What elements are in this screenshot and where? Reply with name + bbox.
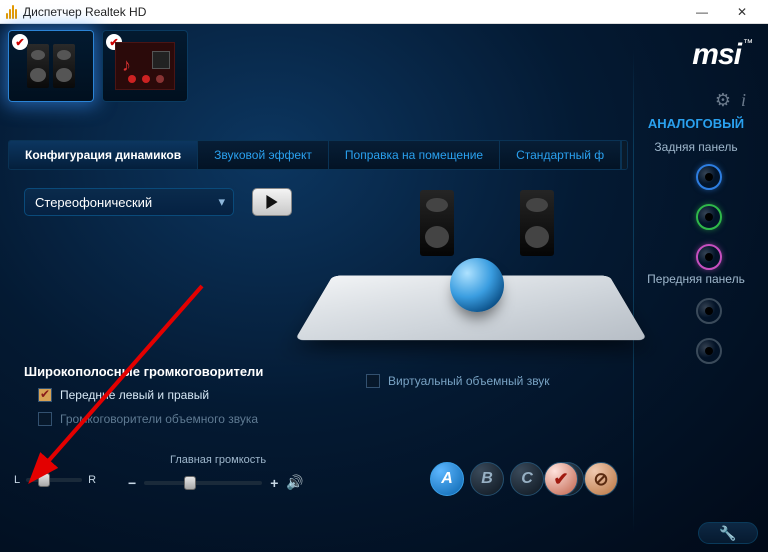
minimize-button[interactable]: — bbox=[682, 0, 722, 24]
main-volume-label: Главная громкость bbox=[170, 454, 266, 466]
stage-speaker-left[interactable] bbox=[420, 190, 454, 256]
close-button[interactable]: ✕ bbox=[722, 0, 762, 24]
window-titlebar: Диспетчер Realtek HD — ✕ bbox=[0, 0, 768, 24]
back-panel-label: Задняя панель bbox=[636, 140, 756, 154]
tab-speaker-config[interactable]: Конфигурация динамиков bbox=[9, 141, 198, 169]
front-lr-checkbox[interactable] bbox=[38, 388, 52, 402]
balance-slider[interactable]: L R bbox=[14, 474, 96, 486]
dropdown-value: Стереофонический bbox=[35, 195, 152, 210]
front-lr-label: Передние левый и правый bbox=[60, 388, 209, 402]
device-thumb-motherboard[interactable]: ✔ bbox=[102, 30, 188, 102]
volume-thumb[interactable] bbox=[184, 476, 196, 490]
app-icon bbox=[6, 5, 17, 19]
jack-mic[interactable] bbox=[696, 244, 722, 270]
volume-minus[interactable]: − bbox=[128, 475, 136, 491]
preset-c-button[interactable]: C bbox=[510, 462, 544, 496]
surround-checkbox bbox=[38, 412, 52, 426]
cancel-button[interactable]: ⊘ bbox=[584, 462, 618, 496]
analog-heading: АНАЛОГОВЫЙ bbox=[636, 116, 756, 131]
panel-divider bbox=[633, 50, 634, 532]
tab-sound-effect[interactable]: Звуковой эффект bbox=[198, 141, 329, 169]
preset-a-button[interactable]: A bbox=[430, 462, 464, 496]
window-title: Диспетчер Realtek HD bbox=[23, 5, 146, 19]
balance-right-label: R bbox=[88, 474, 96, 486]
jack-front-1[interactable] bbox=[696, 298, 722, 324]
virtual-surround-checkbox[interactable] bbox=[366, 374, 380, 388]
tab-default-format[interactable]: Стандартный ф bbox=[500, 141, 621, 169]
main-volume-slider[interactable] bbox=[144, 481, 262, 485]
check-icon: ✔ bbox=[12, 34, 28, 50]
jack-line-in[interactable] bbox=[696, 164, 722, 190]
play-icon bbox=[265, 195, 279, 209]
balance-left-label: L bbox=[14, 474, 20, 486]
virtual-surround-label: Виртуальный объемный звук bbox=[388, 374, 550, 388]
preset-b-button[interactable]: B bbox=[470, 462, 504, 496]
stage-listener-orb bbox=[450, 258, 504, 312]
wrench-icon: 🔧 bbox=[719, 525, 736, 542]
advanced-settings-button[interactable]: 🔧 bbox=[698, 522, 758, 544]
speaker-stage bbox=[316, 184, 626, 364]
msi-logo: msi™ bbox=[692, 38, 752, 72]
tab-room-correction[interactable]: Поправка на помещение bbox=[329, 141, 500, 169]
speaker-config-dropdown[interactable]: Стереофонический ▾ bbox=[24, 188, 234, 216]
tab-scroll-left[interactable]: ◄ bbox=[621, 141, 628, 169]
balance-thumb[interactable] bbox=[38, 473, 50, 487]
gear-icon[interactable]: ⚙ bbox=[715, 90, 731, 111]
info-icon[interactable]: i bbox=[741, 90, 746, 111]
test-play-button[interactable] bbox=[252, 188, 292, 216]
broadband-heading: Широкополосные громкоговорители bbox=[24, 364, 263, 379]
stage-speaker-right[interactable] bbox=[520, 190, 554, 256]
tab-strip: Конфигурация динамиков Звуковой эффект П… bbox=[8, 140, 628, 170]
speaker-icon[interactable]: 🔊 bbox=[286, 474, 303, 491]
chevron-down-icon: ▾ bbox=[218, 194, 225, 210]
jack-line-out[interactable] bbox=[696, 204, 722, 230]
device-thumb-speakers[interactable]: ✔ bbox=[8, 30, 94, 102]
surround-label: Громкоговорители объемного звука bbox=[60, 412, 258, 426]
front-panel-label: Передняя панель bbox=[636, 272, 756, 286]
apply-button[interactable]: ✔ bbox=[544, 462, 578, 496]
volume-plus[interactable]: + bbox=[270, 475, 278, 491]
jack-front-2[interactable] bbox=[696, 338, 722, 364]
